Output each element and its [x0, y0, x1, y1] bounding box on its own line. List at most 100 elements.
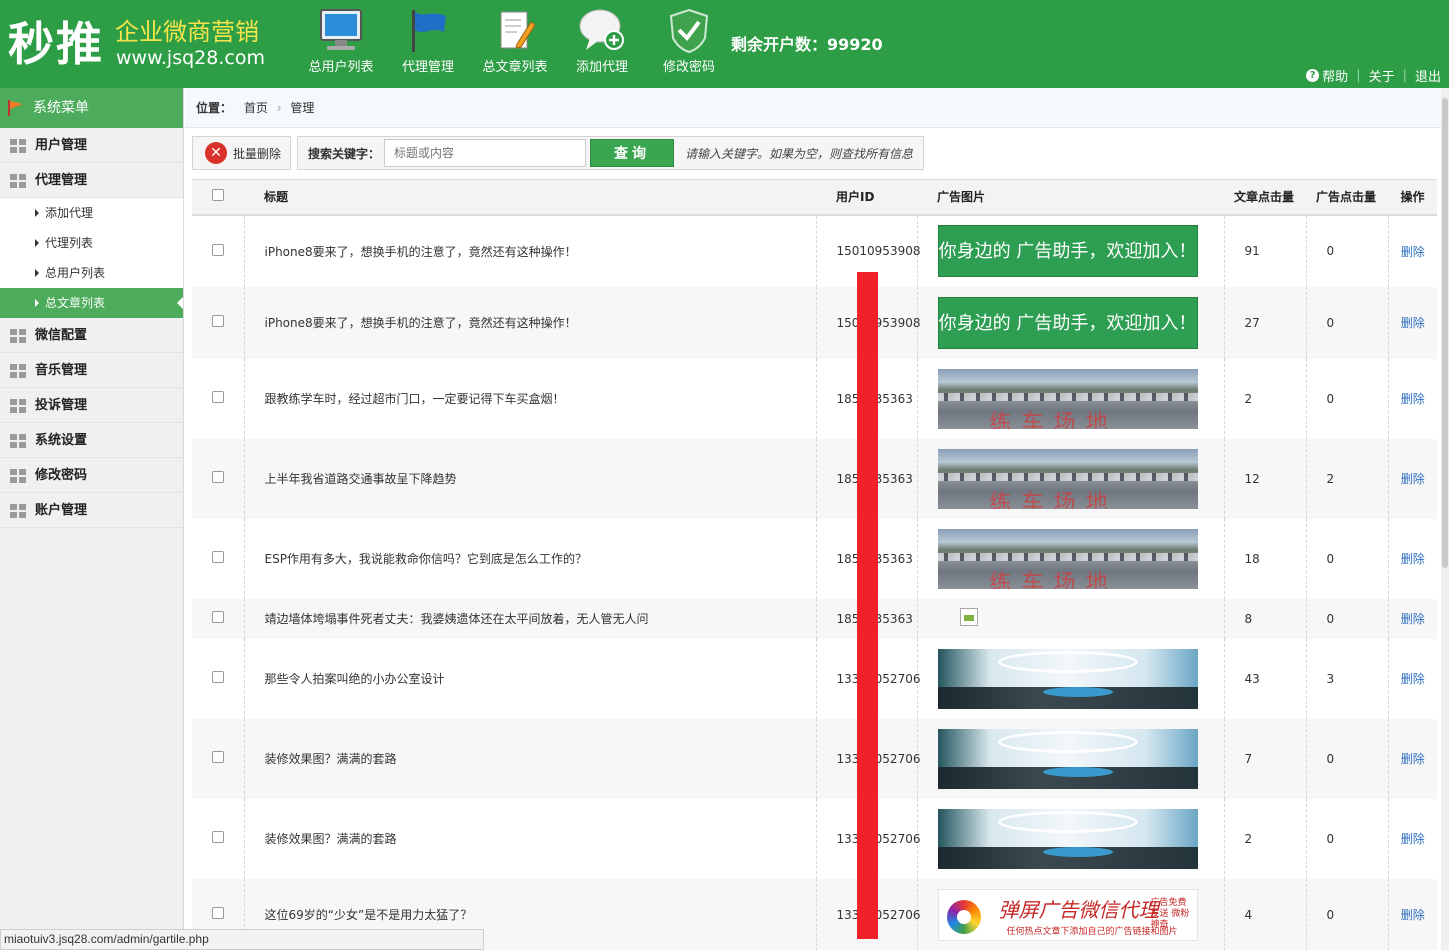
row-actions-cell: 删除	[1387, 518, 1437, 599]
nav-agent-manage[interactable]: 代理管理	[383, 8, 473, 78]
sidebar-item-complaints[interactable]: 投诉管理	[0, 388, 183, 423]
nav-article-list[interactable]: 总文章列表	[470, 8, 560, 78]
sidebar-subitem-add-agent[interactable]: 添加代理	[0, 198, 183, 228]
row-actions-cell: 删除	[1387, 358, 1437, 439]
table-row: ESP作用有多大，我说能救命你信吗？它到底是怎么工作的？ 185 35363 练车场…	[192, 518, 1437, 599]
sidebar-item-password[interactable]: 修改密码	[0, 458, 183, 493]
sidebar-item-users[interactable]: 用户管理	[0, 128, 183, 163]
row-checkbox[interactable]	[211, 907, 224, 919]
row-checkbox[interactable]	[211, 243, 224, 256]
logout-link[interactable]: 退出	[1415, 66, 1441, 85]
bulk-delete-button[interactable]: ✕ 批量删除	[192, 136, 291, 170]
nav-add-agent[interactable]: 添加代理	[557, 8, 647, 78]
row-article-clicks: 8	[1223, 598, 1306, 639]
col-ad-clicks[interactable]: 广告点击量	[1306, 179, 1388, 216]
row-delete-link[interactable]: 删除	[1401, 392, 1425, 406]
row-ad-clicks: 0	[1305, 518, 1388, 599]
row-article-clicks: 27	[1223, 286, 1306, 359]
row-delete-link[interactable]: 删除	[1401, 832, 1425, 846]
sidebar-subitem-user-list[interactable]: 总用户列表	[0, 258, 183, 288]
row-title: 靖边墙体垮塌事件死者丈夫：我婆姨遗体还在太平间放着，无人管无人问	[243, 598, 816, 639]
row-title: 跟教练学车时，经过超市门口，一定要记得下车买盒烟！	[243, 358, 816, 439]
nav-change-password[interactable]: 修改密码	[644, 8, 734, 78]
nav-user-list[interactable]: 总用户列表	[296, 8, 386, 78]
sidebar-item-account[interactable]: 账户管理	[0, 493, 183, 528]
sidebar-item-agents[interactable]: 代理管理	[0, 163, 183, 198]
col-ad-image[interactable]: 广告图片	[917, 179, 1224, 216]
ad-image	[937, 648, 1198, 709]
article-table: 标题 用户ID 广告图片 文章点击量 广告点击量 操作 iPhone8要来了，想…	[192, 179, 1437, 950]
row-article-clicks: 43	[1223, 638, 1306, 719]
row-delete-link[interactable]: 删除	[1401, 552, 1425, 566]
caret-right-icon	[35, 299, 39, 307]
grid-icon	[10, 504, 26, 518]
sidebar-subitem-article-list[interactable]: 总文章列表	[0, 288, 183, 318]
grid-icon	[10, 364, 26, 378]
ad-image-text: 练车场地	[989, 570, 1118, 589]
row-title: 那些令人拍案叫绝的小办公室设计	[243, 638, 816, 719]
row-title: iPhone8要来了，想换手机的注意了，竟然还有这种操作！	[243, 286, 816, 359]
table-row: 那些令人拍案叫绝的小办公室设计 133 052706 43 3 删除	[192, 638, 1437, 719]
ad-image-desk	[1042, 766, 1113, 777]
caret-right-icon	[35, 269, 39, 277]
row-delete-link[interactable]: 删除	[1401, 316, 1425, 330]
row-article-clicks: 7	[1223, 718, 1306, 799]
search-hint: 请输入关键字。如果为空，则查找所有信息	[685, 146, 914, 161]
col-article-clicks[interactable]: 文章点击量	[1224, 179, 1306, 216]
row-ad-clicks: 2	[1305, 438, 1388, 519]
col-user-id[interactable]: 用户ID	[816, 179, 917, 216]
sidebar-item-wechat[interactable]: 微信配置	[0, 318, 183, 353]
row-title: ESP作用有多大，我说能救命你信吗？它到底是怎么工作的？	[243, 518, 816, 599]
row-delete-link[interactable]: 删除	[1401, 908, 1425, 922]
col-title[interactable]: 标题	[244, 179, 816, 216]
row-select-cell	[192, 438, 244, 519]
row-checkbox[interactable]	[211, 315, 224, 327]
table-header-row: 标题 用户ID 广告图片 文章点击量 广告点击量 操作	[192, 179, 1437, 216]
row-checkbox[interactable]	[211, 471, 224, 483]
ad-image-text: 你身边的 广告助手，欢迎加入！	[938, 312, 1197, 334]
divider: |	[1356, 68, 1361, 83]
row-delete-link[interactable]: 删除	[1401, 245, 1425, 259]
row-delete-link[interactable]: 删除	[1401, 472, 1425, 486]
row-checkbox[interactable]	[211, 671, 224, 683]
scrollbar-thumb[interactable]	[1442, 98, 1448, 568]
row-checkbox[interactable]	[211, 751, 224, 763]
scrollbar[interactable]	[1441, 88, 1449, 950]
sidebar-subitem-agent-list[interactable]: 代理列表	[0, 228, 183, 258]
top-header: 秒推 企业微商营销 www.jsq28.com 总用户列表 代理管理 总文章列表	[0, 0, 1449, 88]
table-row: iPhone8要来了，想换手机的注意了，竟然还有这种操作！ 150 953908 你…	[192, 286, 1437, 359]
row-checkbox[interactable]	[211, 611, 224, 623]
select-all-checkbox[interactable]	[212, 189, 224, 202]
help-link[interactable]: 帮助	[1322, 66, 1348, 85]
row-title: iPhone8要来了，想换手机的注意了，竟然还有这种操作！	[243, 214, 816, 287]
ad-image-text: 你身边的 广告助手，欢迎加入！	[938, 241, 1197, 262]
query-button[interactable]: 查询	[590, 139, 675, 167]
grid-icon	[10, 399, 26, 413]
help-icon: ?	[1306, 69, 1320, 82]
nav-change-password-label: 修改密码	[662, 60, 715, 75]
search-input[interactable]	[384, 139, 587, 167]
row-ad-image-cell	[916, 638, 1224, 719]
row-article-clicks: 2	[1223, 798, 1306, 879]
sidebar-subitem-label: 总用户列表	[45, 266, 106, 280]
sidebar-title: 系统菜单	[33, 100, 89, 116]
row-article-clicks: 12	[1223, 438, 1306, 519]
breadcrumb: 位置： 首页 › 管理	[185, 88, 1449, 128]
sidebar-item-settings[interactable]: 系统设置	[0, 423, 183, 458]
flag-icon	[412, 10, 446, 52]
sidebar-item-music[interactable]: 音乐管理	[0, 353, 183, 388]
row-delete-link[interactable]: 删除	[1401, 752, 1425, 766]
ad-image	[937, 808, 1198, 869]
row-checkbox[interactable]	[211, 831, 224, 843]
color-wheel-icon	[946, 899, 981, 934]
ad-image	[937, 728, 1198, 789]
row-delete-link[interactable]: 删除	[1401, 612, 1425, 626]
about-link[interactable]: 关于	[1369, 66, 1395, 85]
logo-subtitle: 企业微商营销	[115, 18, 259, 46]
select-all-cell	[192, 179, 244, 216]
row-delete-link[interactable]: 删除	[1401, 672, 1425, 686]
sidebar: 系统菜单 用户管理 代理管理 添加代理 代理列表 总用户列表 总文章列表 微信配…	[0, 88, 184, 950]
row-checkbox[interactable]	[211, 551, 224, 563]
row-checkbox[interactable]	[211, 391, 224, 403]
breadcrumb-home[interactable]: 首页	[244, 101, 268, 115]
